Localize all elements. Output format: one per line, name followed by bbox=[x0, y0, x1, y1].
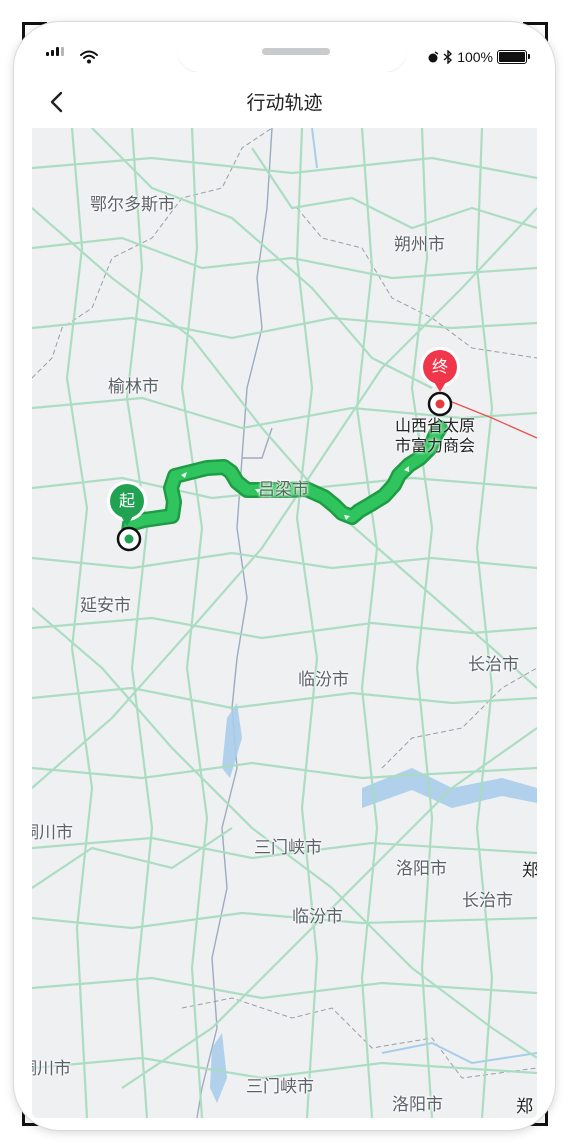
start-point bbox=[116, 526, 142, 552]
city-label-tongchuan-1: 铜川市 bbox=[32, 823, 73, 843]
city-label-erdos: 鄂尔多斯市 bbox=[90, 195, 175, 215]
alarm-icon bbox=[428, 51, 439, 63]
city-label-tongchuan-2: 铜川市 bbox=[32, 1059, 71, 1079]
city-label-lvliang: 吕梁市 bbox=[258, 480, 309, 500]
page-title: 行动轨迹 bbox=[246, 92, 323, 114]
nav-bar: 行动轨迹 bbox=[32, 72, 537, 128]
city-label-yulin: 榆林市 bbox=[108, 377, 159, 397]
start-marker[interactable]: 起 bbox=[110, 484, 144, 526]
city-label-linfen-2: 临汾市 bbox=[292, 907, 343, 927]
bluetooth-icon bbox=[443, 50, 453, 64]
city-label-sanmenxia-1: 三门峡市 bbox=[254, 838, 322, 858]
battery-percent: 100% bbox=[457, 49, 493, 65]
city-label-luoyang-2: 洛阳市 bbox=[392, 1095, 443, 1115]
city-label-zheng-2: 郑 bbox=[516, 1097, 533, 1117]
city-label-changzhi-2: 长治市 bbox=[462, 891, 513, 911]
city-label-zheng-1: 郑 bbox=[522, 861, 537, 881]
map-view[interactable]: 鄂尔多斯市 朔州市 榆林市 吕梁市 延安市 临汾市 长治市 铜川市 三门峡市 洛… bbox=[32, 128, 537, 1118]
end-marker[interactable]: 终 bbox=[423, 350, 457, 392]
end-location-line-1: 山西省太原 bbox=[395, 416, 476, 435]
screen: 100% 行动轨迹 鄂尔多斯市 朔州市 榆林市 吕梁市 延安市 临汾市 长治市 … bbox=[32, 34, 537, 1118]
city-label-changzhi-1: 长治市 bbox=[468, 655, 519, 675]
end-point bbox=[427, 391, 453, 417]
battery-icon bbox=[497, 50, 530, 64]
city-label-shuozhou: 朔州市 bbox=[394, 235, 445, 255]
end-location-line-2: 市富力商会 bbox=[395, 436, 476, 455]
wifi-icon bbox=[80, 50, 98, 64]
status-bar: 100% bbox=[32, 34, 537, 72]
city-label-linfen-1: 临汾市 bbox=[298, 670, 349, 690]
speaker bbox=[262, 48, 330, 55]
phone-frame: 100% 行动轨迹 鄂尔多斯市 朔州市 榆林市 吕梁市 延安市 临汾市 长治市 … bbox=[14, 22, 555, 1130]
map-canvas bbox=[32, 128, 537, 1118]
city-label-sanmenxia-2: 三门峡市 bbox=[246, 1077, 314, 1097]
city-label-luoyang-1: 洛阳市 bbox=[396, 859, 447, 879]
status-right: 100% bbox=[427, 49, 530, 65]
city-label-yanan: 延安市 bbox=[80, 596, 131, 616]
end-location-label: 山西省太原 市富力商会 bbox=[395, 416, 475, 456]
